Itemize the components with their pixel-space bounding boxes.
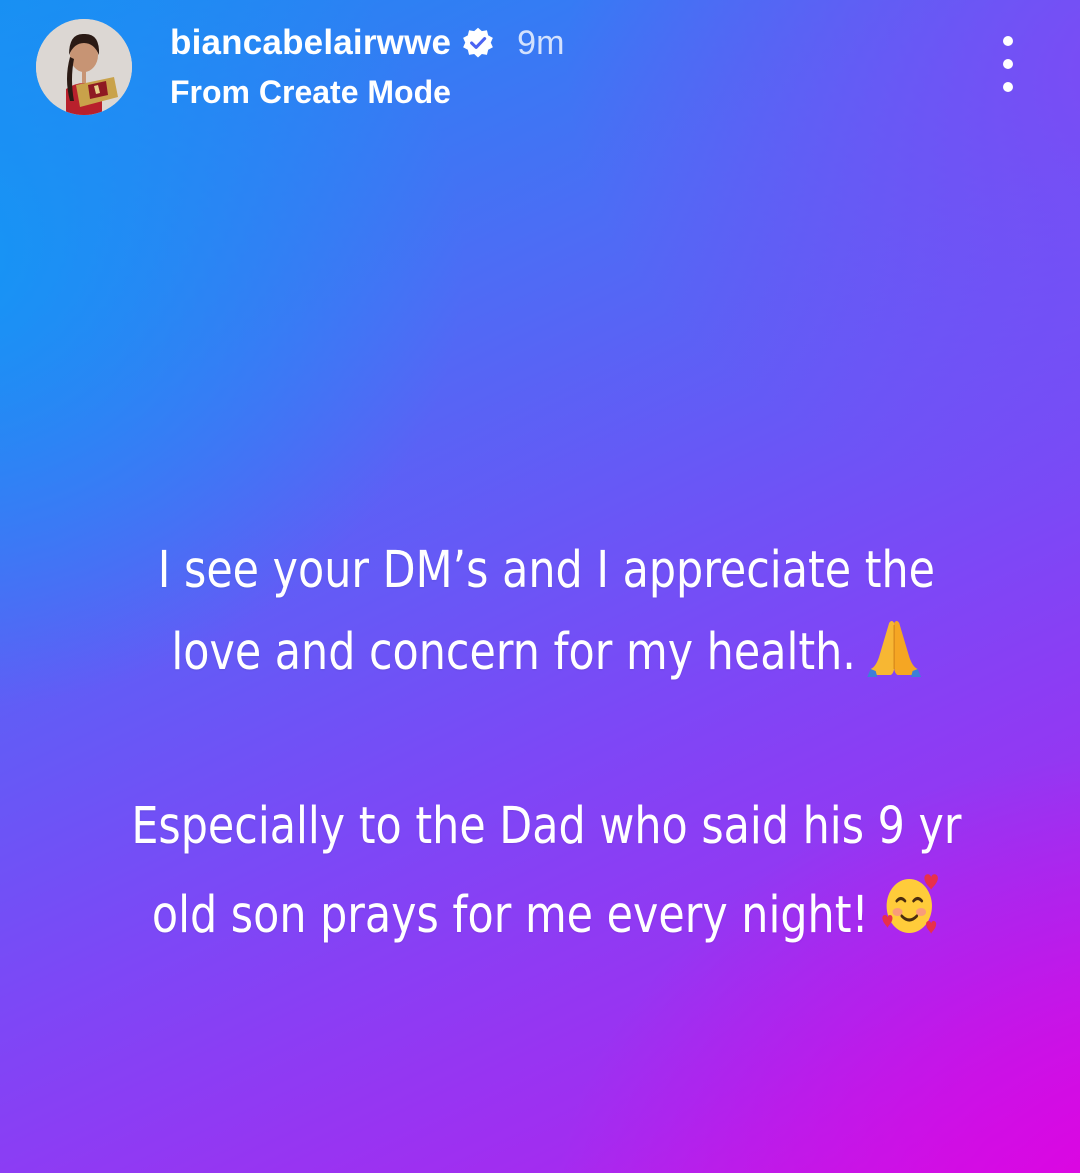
avatar-image	[36, 19, 132, 115]
menu-dot	[1003, 59, 1013, 69]
verified-badge-icon	[463, 27, 494, 58]
story-paragraph-1: I see your DM’s and I appreciate the lov…	[126, 530, 966, 694]
story-line-with-emoji: love and concern for my health.	[126, 612, 966, 694]
story-line-with-emoji: old son prays for me every night!	[126, 868, 966, 957]
story-line: love and concern for my health.	[171, 623, 856, 682]
menu-dot	[1003, 82, 1013, 92]
story-line: I see your DM’s and I appreciate the	[157, 541, 936, 600]
more-options-icon[interactable]	[990, 36, 1026, 92]
username[interactable]: biancabelairwwe	[170, 23, 451, 63]
profile-avatar[interactable]	[36, 19, 132, 115]
story-header: biancabelairwwe 9m From Create Mode	[0, 0, 1080, 140]
menu-dot	[1003, 36, 1013, 46]
story-paragraph-2: Especially to the Dad who said his 9 yr …	[126, 786, 966, 957]
story-time: 9m	[517, 23, 565, 62]
story-line: old son prays for me every night!	[151, 886, 869, 945]
folded-hands-icon	[867, 621, 922, 677]
username-row: biancabelairwwe 9m	[170, 18, 564, 68]
smiling-face-with-hearts-icon	[882, 874, 938, 934]
story-source-label[interactable]: From Create Mode	[170, 74, 451, 111]
story-line: Especially to the Dad who said his 9 yr	[131, 797, 962, 856]
